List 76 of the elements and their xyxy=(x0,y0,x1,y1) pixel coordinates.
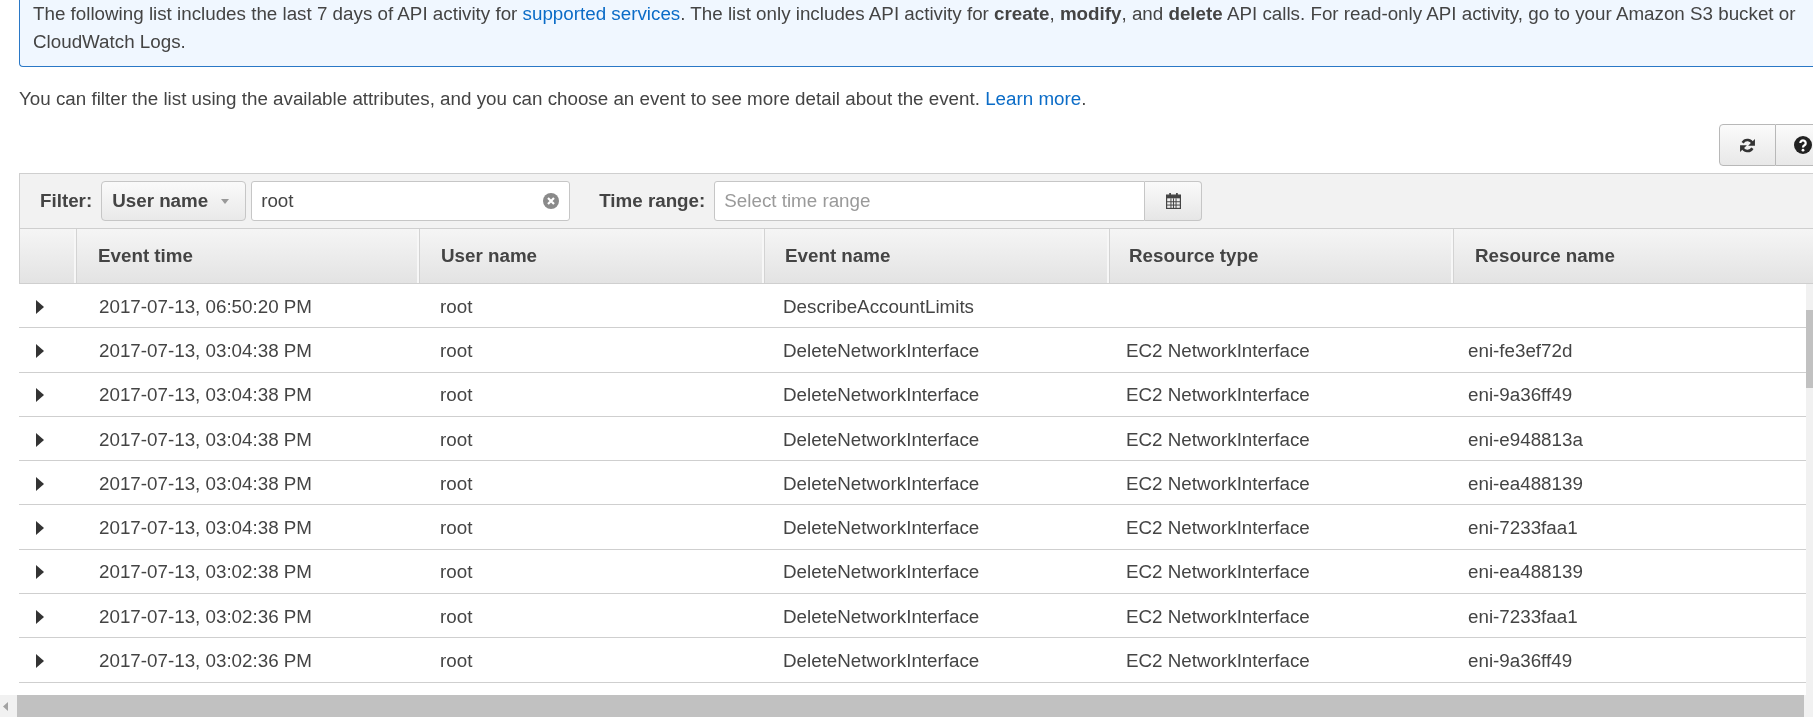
expand-caret-icon[interactable] xyxy=(36,388,44,403)
table-cell: DeleteNetworkInterface xyxy=(783,428,980,450)
expand-caret-icon[interactable] xyxy=(36,432,44,447)
table-cell: eni-9a36ff49 xyxy=(1468,384,1573,406)
table-cell: DeleteNetworkInterface xyxy=(783,561,980,583)
table-cell: EC2 NetworkInterface xyxy=(1126,339,1310,361)
table-cell: 2017-07-13, 03:02:36 PM xyxy=(99,605,312,627)
table-cell: DeleteNetworkInterface xyxy=(783,384,980,406)
table-cell: root xyxy=(440,295,473,317)
vertical-scrollbar[interactable] xyxy=(1806,284,1813,695)
table-cell: root xyxy=(440,561,473,583)
calendar-button[interactable] xyxy=(1145,181,1203,221)
clear-icon[interactable] xyxy=(543,193,560,209)
table-cell: 2017-07-13, 03:04:38 PM xyxy=(99,339,312,361)
calendar-icon xyxy=(1165,193,1181,209)
table-cell: eni-ea488139 xyxy=(1468,561,1583,583)
expand-caret-icon[interactable] xyxy=(36,343,44,358)
table-cell: root xyxy=(440,605,473,627)
table-cell: root xyxy=(440,428,473,450)
table-cell: 2017-07-13, 06:50:20 PM xyxy=(99,295,312,317)
expand-caret-icon[interactable] xyxy=(36,521,44,536)
refresh-button[interactable] xyxy=(1719,124,1776,166)
table-cell: EC2 NetworkInterface xyxy=(1126,561,1310,583)
table-cell: root xyxy=(440,472,473,494)
expand-caret-icon[interactable] xyxy=(36,476,44,491)
time-range-label: Time range: xyxy=(599,190,706,212)
table-cell: DeleteNetworkInterface xyxy=(783,650,980,671)
table-cell: 2017-07-13, 03:04:38 PM xyxy=(99,472,312,494)
table-cell: root xyxy=(440,384,473,406)
column-header: User name xyxy=(441,245,538,267)
supported-services-link[interactable]: supported services xyxy=(522,3,681,24)
info-text: The following list includes the last 7 days of API activity for supported services. The list only includes API activity for create, modify, and delete API calls. For read-only API activity, go to your Amazon S3 bucket or CloudWatch Logs. xyxy=(33,2,1797,54)
table-cell: eni-fe3ef72d xyxy=(1468,339,1573,361)
time-range-field[interactable]: Select time range xyxy=(714,181,1146,221)
attribute-dropdown[interactable]: User name xyxy=(101,181,247,221)
table-cell: EC2 NetworkInterface xyxy=(1126,384,1310,406)
table-cell: EC2 NetworkInterface xyxy=(1126,605,1310,627)
scrollbar-thumb[interactable] xyxy=(1806,310,1813,388)
expand-caret-icon[interactable] xyxy=(36,654,44,668)
refresh-icon xyxy=(1739,136,1756,154)
table-cell: eni-e948813a xyxy=(1468,428,1583,450)
expand-caret-icon[interactable] xyxy=(36,609,44,624)
table-cell: root xyxy=(440,650,473,671)
table-cell: 2017-07-13, 03:04:38 PM xyxy=(99,384,312,406)
table-cell: DeleteNetworkInterface xyxy=(783,472,980,494)
table-cell: root xyxy=(440,339,473,361)
table-cell: EC2 NetworkInterface xyxy=(1126,472,1310,494)
table-cell: 2017-07-13, 03:04:38 PM xyxy=(99,428,312,450)
filter-value-field[interactable]: root xyxy=(251,181,571,221)
table-cell: eni-ea488139 xyxy=(1468,472,1583,494)
table-cell: EC2 NetworkInterface xyxy=(1126,428,1310,450)
table-cell: eni-7233faa1 xyxy=(1468,517,1578,539)
table-cell: 2017-07-13, 03:02:36 PM xyxy=(99,650,312,671)
table-cell: DescribeAccountLimits xyxy=(783,295,974,317)
table-cell: 2017-07-13, 03:04:38 PM xyxy=(99,517,312,539)
table-cell: DeleteNetworkInterface xyxy=(783,517,980,539)
table-cell: eni-9a36ff49 xyxy=(1468,650,1573,671)
table-cell: DeleteNetworkInterface xyxy=(783,605,980,627)
column-header: Event time xyxy=(98,245,193,267)
table-cell: eni-7233faa1 xyxy=(1468,605,1578,627)
expand-caret-icon[interactable] xyxy=(36,299,44,314)
expand-caret-icon[interactable] xyxy=(36,565,44,580)
table-cell: root xyxy=(440,517,473,539)
caret-icon xyxy=(221,198,230,204)
table-cell: EC2 NetworkInterface xyxy=(1126,517,1310,539)
filter-label: Filter: xyxy=(40,190,93,212)
learn-more-link[interactable]: Learn more xyxy=(985,88,1082,109)
intro-text: You can filter the list using the available attributes, and you can choose an event to see more detail about the event. Learn more. xyxy=(19,87,1087,111)
table-cell: EC2 NetworkInterface xyxy=(1126,650,1310,671)
table-cell: 2017-07-13, 03:02:38 PM xyxy=(99,561,312,583)
table-cell: DeleteNetworkInterface xyxy=(783,339,980,361)
help-button[interactable] xyxy=(1776,124,1813,166)
column-header: Event name xyxy=(785,245,891,267)
help-icon xyxy=(1794,136,1812,154)
column-header: Resource type xyxy=(1129,245,1259,267)
column-header: Resource name xyxy=(1475,245,1615,267)
